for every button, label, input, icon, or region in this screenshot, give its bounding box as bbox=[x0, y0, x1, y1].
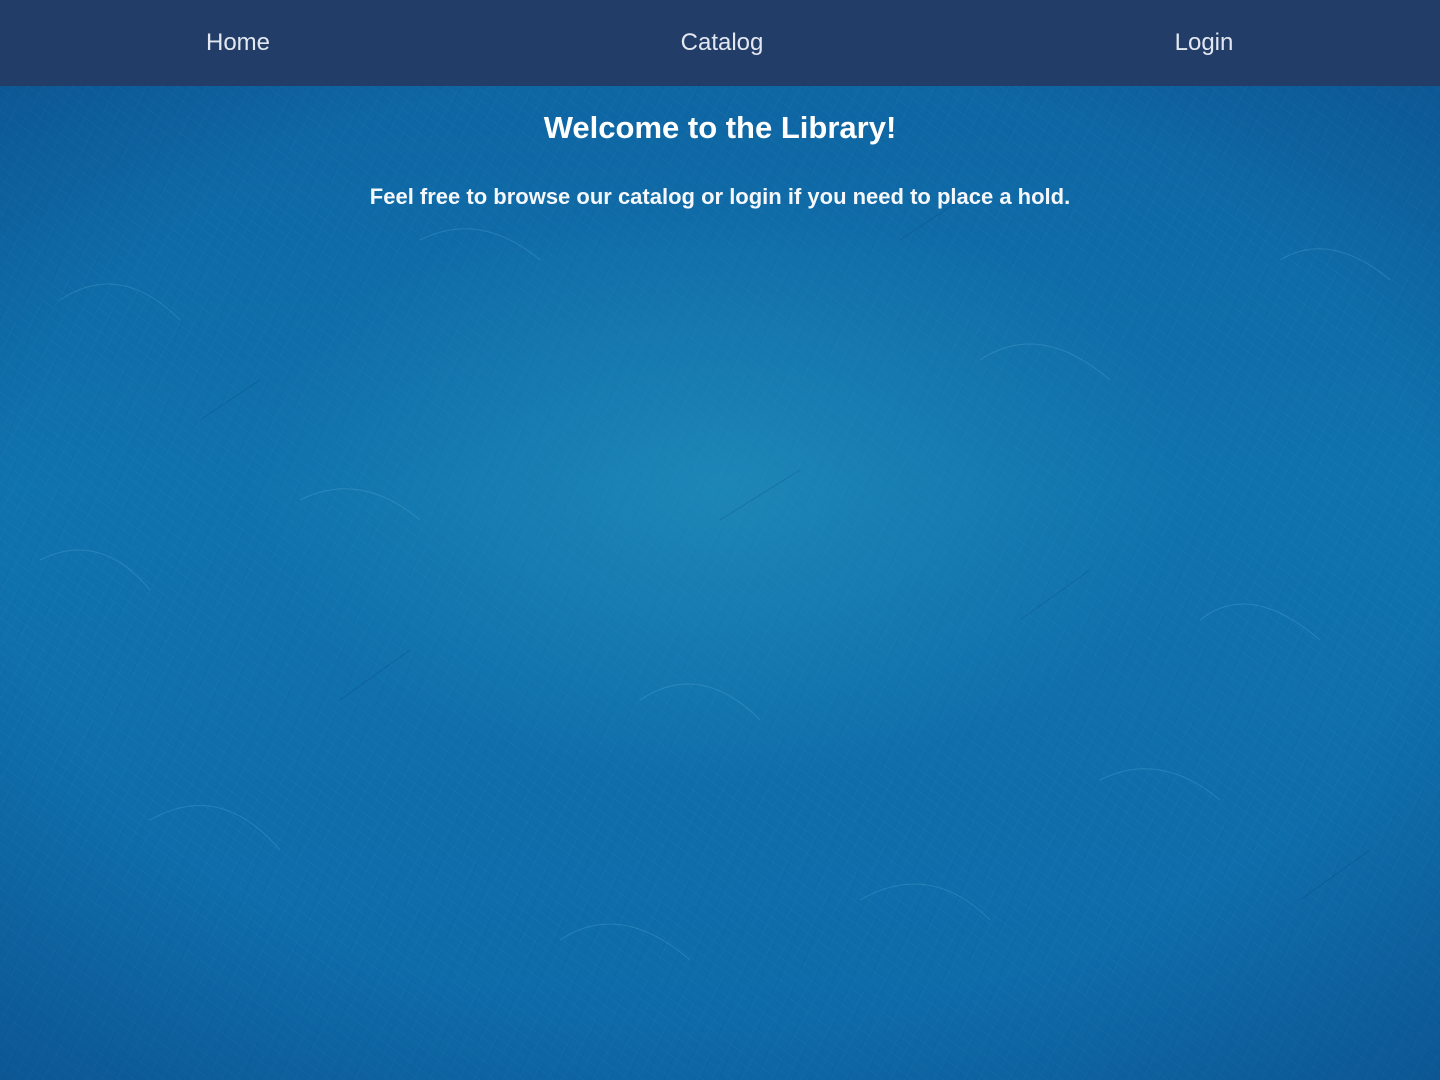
main-content: Welcome to the Library! Feel free to bro… bbox=[0, 86, 1440, 212]
nav-login-link[interactable]: Login bbox=[1175, 0, 1234, 86]
page-title: Welcome to the Library! bbox=[543, 110, 897, 145]
welcome-message: Feel free to browse our catalog or login… bbox=[369, 184, 1071, 209]
top-navbar: Home Catalog Login bbox=[0, 0, 1440, 86]
nav-catalog-link[interactable]: Catalog bbox=[681, 0, 764, 86]
nav-home-link[interactable]: Home bbox=[206, 0, 270, 86]
